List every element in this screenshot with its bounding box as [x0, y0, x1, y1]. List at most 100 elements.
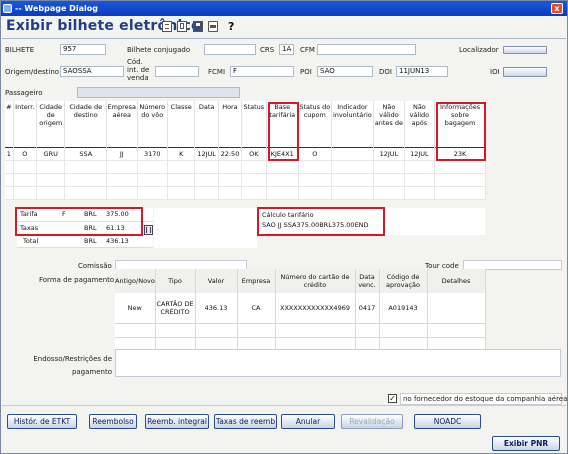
cell: 1 — [5, 146, 14, 161]
col-status: Status — [241, 101, 267, 147]
col-tipo: Tipo — [155, 269, 196, 293]
localizador-button[interactable] — [503, 46, 547, 54]
cell: O — [13, 146, 37, 161]
col-nao-valido-apos: Não válido após — [404, 101, 436, 147]
close-button[interactable]: x — [551, 3, 563, 14]
cell: 12JUL — [194, 146, 219, 161]
comissao-label: Comissão — [78, 262, 112, 270]
cfm-label: CFM — [300, 46, 315, 54]
cod-int-venda-label: Cód. int. de venda — [127, 58, 150, 82]
poi-field[interactable]: SAO — [317, 66, 373, 77]
col-empresa: Empresa — [237, 269, 276, 293]
bilhete-conjugado-label: Bilhete conjugado — [127, 46, 191, 54]
dialog-window: -- Webpage Dialog x Exibir bilhete eletr… — [0, 0, 568, 454]
table-row[interactable]: New CARTÃO DE CRÉDITO 436.13 CA XXXXXXXX… — [115, 293, 486, 324]
col-empresa: Empresa aérea — [106, 101, 138, 147]
anular-button[interactable]: Anular — [281, 414, 335, 429]
cell: GRU — [36, 146, 66, 161]
copy-icon[interactable] — [177, 21, 187, 32]
bilhete-conjugado-field[interactable] — [204, 44, 256, 55]
cod-int-venda-field[interactable] — [155, 66, 199, 77]
cell: CARTÃO DE CRÉDITO — [155, 293, 196, 324]
cell: XXXXXXXXXXXX4969 — [275, 293, 356, 324]
doi-field[interactable]: 11JUN13 — [396, 66, 448, 77]
ioi-button[interactable] — [503, 67, 547, 77]
col-data: Data — [194, 101, 219, 147]
cfm-field[interactable] — [317, 44, 416, 55]
passageiro-field[interactable] — [77, 87, 240, 98]
table-row — [5, 173, 486, 187]
cell: New — [115, 293, 156, 324]
revalidacao-button[interactable]: Revalidação — [341, 414, 403, 429]
cell: SSA — [64, 146, 108, 161]
cell: OK — [241, 146, 267, 161]
col-hora: Hora — [218, 101, 243, 147]
forma-pagamento-label: Forma de pagamento — [39, 276, 115, 284]
poi-label: POI — [300, 68, 312, 76]
crs-label: CRS — [260, 46, 275, 54]
endosso-label: Endosso/Restrições de pagamento — [33, 355, 112, 376]
bilhete-label: BILHETE — [5, 46, 35, 54]
highlight-calculo — [257, 207, 385, 236]
col-indicador: Indicador involuntário — [331, 101, 375, 147]
localizador-label: Localizador — [459, 46, 499, 54]
print-icon[interactable] — [208, 21, 218, 32]
col-cartao: Número do cartão de crédito — [275, 269, 356, 293]
cell: O — [298, 146, 332, 161]
noadc-button[interactable]: NOADC — [414, 414, 481, 429]
browser-icon — [3, 4, 12, 13]
cell: 12JUL — [373, 146, 405, 161]
fcmi-field[interactable]: F — [230, 66, 294, 77]
highlight-bagagem — [436, 102, 486, 161]
col-nao-valido-antes: Não válido antes de — [373, 101, 405, 147]
cell: 12JUL — [404, 146, 436, 161]
cell: 3170 — [137, 146, 169, 161]
historico-etkt-button[interactable]: Histór. de ETKT — [7, 414, 77, 429]
fare-spacer — [154, 208, 257, 248]
fcmi-label: FCMI — [208, 68, 226, 76]
help-icon[interactable]: ? — [228, 21, 238, 32]
taxas-reembolso-button[interactable]: Taxas de reemb — [214, 414, 277, 429]
cell: JJ — [106, 146, 138, 161]
title-bar: -- Webpage Dialog x — [1, 1, 567, 16]
taxas-detail-icon[interactable] — [144, 225, 153, 235]
estoque-checkbox[interactable]: ✓ — [388, 394, 397, 403]
cell — [331, 146, 375, 161]
col-destino: Cidade de destino — [64, 101, 108, 147]
estoque-checkbox-label: no fornecedor do estoque da companhia aé… — [400, 393, 567, 405]
col-status-cupom: Status do cupom — [298, 101, 332, 147]
crs-field[interactable]: 1A — [279, 44, 294, 55]
table-row — [5, 160, 486, 174]
col-data-venc: Data venc. — [355, 269, 380, 293]
cell: 436.13 — [195, 293, 238, 324]
table-row — [115, 323, 486, 338]
cell: A019143 — [379, 293, 428, 324]
cell: 0417 — [355, 293, 380, 324]
col-classe: Classe — [167, 101, 196, 147]
reembolso-integral-button[interactable]: Reemb. integral — [145, 414, 209, 429]
table-row[interactable]: 1 O GRU SSA JJ 3170 K 12JUL 22:50 OK KJE… — [5, 146, 486, 161]
col-index: # — [5, 101, 14, 147]
endosso-field[interactable] — [115, 349, 561, 377]
ioi-label: IOI — [490, 68, 500, 76]
col-origem: Cidade de origem — [36, 101, 66, 147]
passageiro-label: Passageiro — [5, 89, 43, 97]
segments-table: # Interr. Cidade de origem Cidade de des… — [5, 101, 486, 200]
table-row — [5, 186, 486, 200]
save-icon[interactable] — [193, 21, 203, 32]
cell: 22:50 — [218, 146, 243, 161]
edit-icon[interactable] — [162, 21, 172, 32]
col-valor: Valor — [195, 269, 238, 293]
exibir-pnr-button[interactable]: Exibir PNR — [492, 436, 560, 451]
reembolso-button[interactable]: Reembolso — [89, 414, 137, 429]
bilhete-field[interactable]: 957 — [60, 44, 106, 55]
cell: K — [167, 146, 196, 161]
origem-destino-field[interactable]: SAOSSA — [60, 66, 124, 77]
col-interr: Interr. — [13, 101, 37, 147]
header-divider — [2, 38, 566, 39]
cell — [427, 293, 486, 324]
col-voo: Número do vôo — [137, 101, 169, 147]
origem-destino-label: Origem/destino — [5, 68, 60, 76]
col-codigo-aprovacao: Código de aprovação — [379, 269, 428, 293]
highlight-fare — [15, 207, 143, 236]
